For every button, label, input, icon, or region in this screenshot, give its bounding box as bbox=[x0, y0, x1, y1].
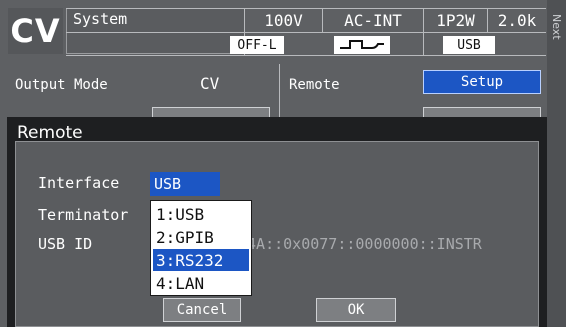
waveform-badge bbox=[334, 36, 390, 54]
interface-badge: USB bbox=[443, 36, 495, 54]
mode-indicator: CV bbox=[8, 8, 63, 54]
output-mode-label: Output Mode bbox=[15, 77, 108, 93]
header-bottom-border bbox=[66, 55, 546, 56]
interface-dropdown-list: 1:USB 2:GPIB 3:RS232 4:LAN bbox=[150, 200, 252, 296]
dropdown-option-gpib[interactable]: 2:GPIB bbox=[153, 226, 249, 248]
dialog-body: Interface USB Terminator USB ID 04A::0x0… bbox=[15, 141, 539, 327]
instrument-screen: CV System 100V AC-INT 1P2W 2.0k OFF-L US… bbox=[0, 0, 566, 327]
interface-select[interactable]: USB bbox=[150, 172, 220, 196]
dropdown-option-rs232[interactable]: 3:RS232 bbox=[153, 249, 249, 271]
remote-label: Remote bbox=[289, 77, 340, 93]
dropdown-option-lan[interactable]: 4:LAN bbox=[153, 272, 249, 294]
side-tab[interactable] bbox=[547, 0, 566, 327]
range-indicator: 2.0k bbox=[497, 10, 537, 30]
dialog-title: Remote bbox=[17, 123, 83, 143]
remote-setup-button[interactable]: Setup bbox=[423, 70, 541, 94]
interface-label: Interface bbox=[38, 174, 120, 192]
row2-setup-button[interactable] bbox=[152, 107, 270, 117]
cancel-button[interactable]: Cancel bbox=[163, 298, 241, 322]
remote-dialog: Remote Interface USB Terminator USB ID 0… bbox=[7, 117, 547, 327]
terminator-label: Terminator bbox=[38, 206, 129, 224]
next-tab-label[interactable]: Next bbox=[549, 14, 563, 40]
usb-id-value: 04A::0x0077::0000000::INSTR bbox=[238, 235, 482, 253]
source-indicator: AC-INT bbox=[344, 10, 402, 30]
panel-divider bbox=[279, 64, 280, 117]
header-mid-border bbox=[66, 32, 546, 33]
dropdown-option-usb[interactable]: 1:USB bbox=[153, 203, 249, 225]
usb-id-label: USB ID bbox=[38, 235, 93, 253]
square-wave-icon bbox=[340, 40, 384, 49]
ok-button[interactable]: OK bbox=[316, 298, 396, 322]
menu-title: System bbox=[66, 8, 244, 54]
output-mode-value: CV bbox=[200, 74, 220, 93]
menu-title-label: System bbox=[73, 10, 128, 28]
wiring-indicator: 1P2W bbox=[436, 10, 475, 30]
voltage-indicator: 100V bbox=[264, 10, 303, 30]
output-state-badge: OFF-L bbox=[230, 36, 284, 54]
row2-exec-button[interactable] bbox=[423, 107, 541, 117]
